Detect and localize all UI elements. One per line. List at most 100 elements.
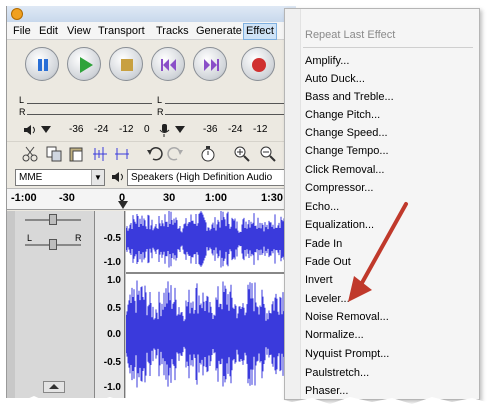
y-tick: -1.0 [103, 257, 121, 268]
edit-toolbar [7, 141, 296, 165]
zoom-out-icon[interactable] [259, 145, 277, 163]
playback-meter-bar [27, 103, 152, 104]
y-tick: -0.5 [103, 233, 121, 244]
audacity-window: File Edit View Transport Tracks Generate… [6, 6, 296, 398]
stop-icon [121, 59, 133, 71]
undo-icon[interactable] [145, 145, 163, 163]
menu-file[interactable]: File [11, 24, 33, 39]
meter-right-label: R [19, 107, 26, 117]
pan-slider-thumb[interactable] [49, 239, 57, 250]
record-meter-bar-right [165, 114, 295, 115]
menu-item-auto-duck[interactable]: Auto Duck... [305, 73, 365, 85]
menu-bar: File Edit View Transport Tracks Generate… [7, 22, 296, 40]
menu-item-nyquist-prompt[interactable]: Nyquist Prompt... [305, 348, 389, 360]
playback-meter-bar-right [27, 114, 152, 115]
redo-icon[interactable] [167, 145, 185, 163]
chevron-down-icon: ▼ [91, 170, 104, 185]
output-device-value: Speakers (High Definition Audio [131, 172, 273, 183]
meter-tick: -24 [94, 124, 109, 135]
menu-item-change-pitch[interactable]: Change Pitch... [305, 109, 380, 121]
paste-icon[interactable] [67, 145, 85, 163]
menu-item-noise-removal[interactable]: Noise Removal... [305, 311, 389, 323]
ruler-tick: -30 [59, 192, 75, 204]
track-area: L R -0.5 -1.0 1.0 0.5 0.0 -0.5 -1.0 [7, 210, 296, 398]
zoom-in-icon[interactable] [233, 145, 251, 163]
speaker-icon [24, 125, 35, 135]
torn-edge-decoration [0, 396, 500, 420]
annotation-arrow-icon [348, 202, 408, 302]
menu-tracks[interactable]: Tracks [154, 24, 191, 39]
menu-transport[interactable]: Transport [96, 24, 147, 39]
meter-tick: -12 [253, 124, 268, 135]
meter-tick: -36 [69, 124, 84, 135]
audio-host-select[interactable]: MME ▼ [15, 169, 105, 186]
record-button[interactable] [241, 47, 275, 81]
menu-item-paulstretch[interactable]: Paulstretch... [305, 367, 369, 379]
record-meter-bar [165, 103, 295, 104]
ruler-tick: 30 [163, 192, 176, 204]
gain-slider-thumb[interactable] [49, 214, 57, 225]
menu-separator [303, 47, 473, 48]
ruler-tick: -1:00 [11, 192, 37, 204]
meter-left-label-2: L [157, 95, 163, 105]
pan-left-label: L [27, 233, 33, 243]
meter-tick: -24 [228, 124, 243, 135]
y-tick: -0.5 [103, 357, 121, 368]
pan-right-label: R [75, 233, 82, 243]
menu-effect[interactable]: Effect [243, 23, 277, 40]
skip-to-start-button[interactable] [151, 47, 185, 81]
menu-item-change-tempo[interactable]: Change Tempo... [305, 145, 389, 157]
sync-lock-icon[interactable] [199, 145, 217, 163]
meter-tick: -12 [119, 124, 134, 135]
meter-tick: 0 [144, 124, 150, 135]
menu-item-change-speed[interactable]: Change Speed... [305, 127, 388, 139]
copy-icon[interactable] [45, 145, 63, 163]
record-icon [252, 58, 266, 72]
menu-item-compressor[interactable]: Compressor... [305, 182, 373, 194]
meter-right-label-2: R [157, 107, 164, 117]
transport-toolbar [7, 41, 296, 91]
pause-icon [38, 59, 48, 71]
menu-item-fade-in[interactable]: Fade In [305, 238, 342, 250]
timeline-ruler[interactable]: -1:00 -30 0 30 1:00 1:30 [7, 188, 296, 210]
y-tick: 0.5 [107, 303, 121, 314]
y-tick: 0.0 [107, 329, 121, 340]
track-control-panel: L R [15, 211, 95, 398]
speaker-icon [112, 172, 123, 182]
waveform-view[interactable] [125, 210, 296, 398]
menu-item-bass-and-treble[interactable]: Bass and Treble... [305, 91, 394, 103]
pause-button[interactable] [25, 47, 59, 81]
audacity-app-icon [11, 8, 23, 20]
play-button[interactable] [67, 47, 101, 81]
silence-audio-icon[interactable] [113, 145, 131, 163]
menu-view[interactable]: View [65, 24, 93, 39]
menu-item-invert[interactable]: Invert [305, 274, 333, 286]
mixer-row: -36 -24 -12 0 -36 -24 -12 [7, 122, 296, 138]
audio-host-value: MME [19, 172, 43, 183]
waveform-graphic [125, 210, 296, 388]
output-volume-dropdown-icon[interactable] [41, 126, 51, 134]
menu-generate[interactable]: Generate [194, 24, 244, 39]
output-device-select[interactable]: Speakers (High Definition Audio [127, 169, 292, 186]
meter-left-label: L [19, 95, 25, 105]
meter-tick: -36 [203, 124, 218, 135]
playhead-marker-icon [118, 201, 128, 209]
ruler-tick: 1:00 [205, 192, 228, 204]
menu-item-echo[interactable]: Echo... [305, 201, 339, 213]
menu-item-amplify[interactable]: Amplify... [305, 55, 349, 67]
cut-icon[interactable] [21, 145, 39, 163]
skip-to-end-button[interactable] [193, 47, 227, 81]
menu-edit[interactable]: Edit [37, 24, 60, 39]
repeat-last-effect-item[interactable]: Repeat Last Effect [305, 29, 395, 41]
menu-item-click-removal[interactable]: Click Removal... [305, 164, 384, 176]
device-toolbar: MME ▼ Speakers (High Definition Audio [7, 167, 296, 187]
stop-button[interactable] [109, 47, 143, 81]
trim-audio-icon[interactable] [91, 145, 109, 163]
skip-end-icon [204, 59, 219, 71]
menu-item-normalize[interactable]: Normalize... [305, 329, 364, 341]
skip-start-icon [161, 59, 176, 71]
amplitude-axis: -0.5 -1.0 1.0 0.5 0.0 -0.5 -1.0 [95, 211, 125, 398]
microphone-icon [159, 124, 170, 137]
play-icon [80, 57, 93, 73]
input-volume-dropdown-icon[interactable] [175, 126, 185, 134]
